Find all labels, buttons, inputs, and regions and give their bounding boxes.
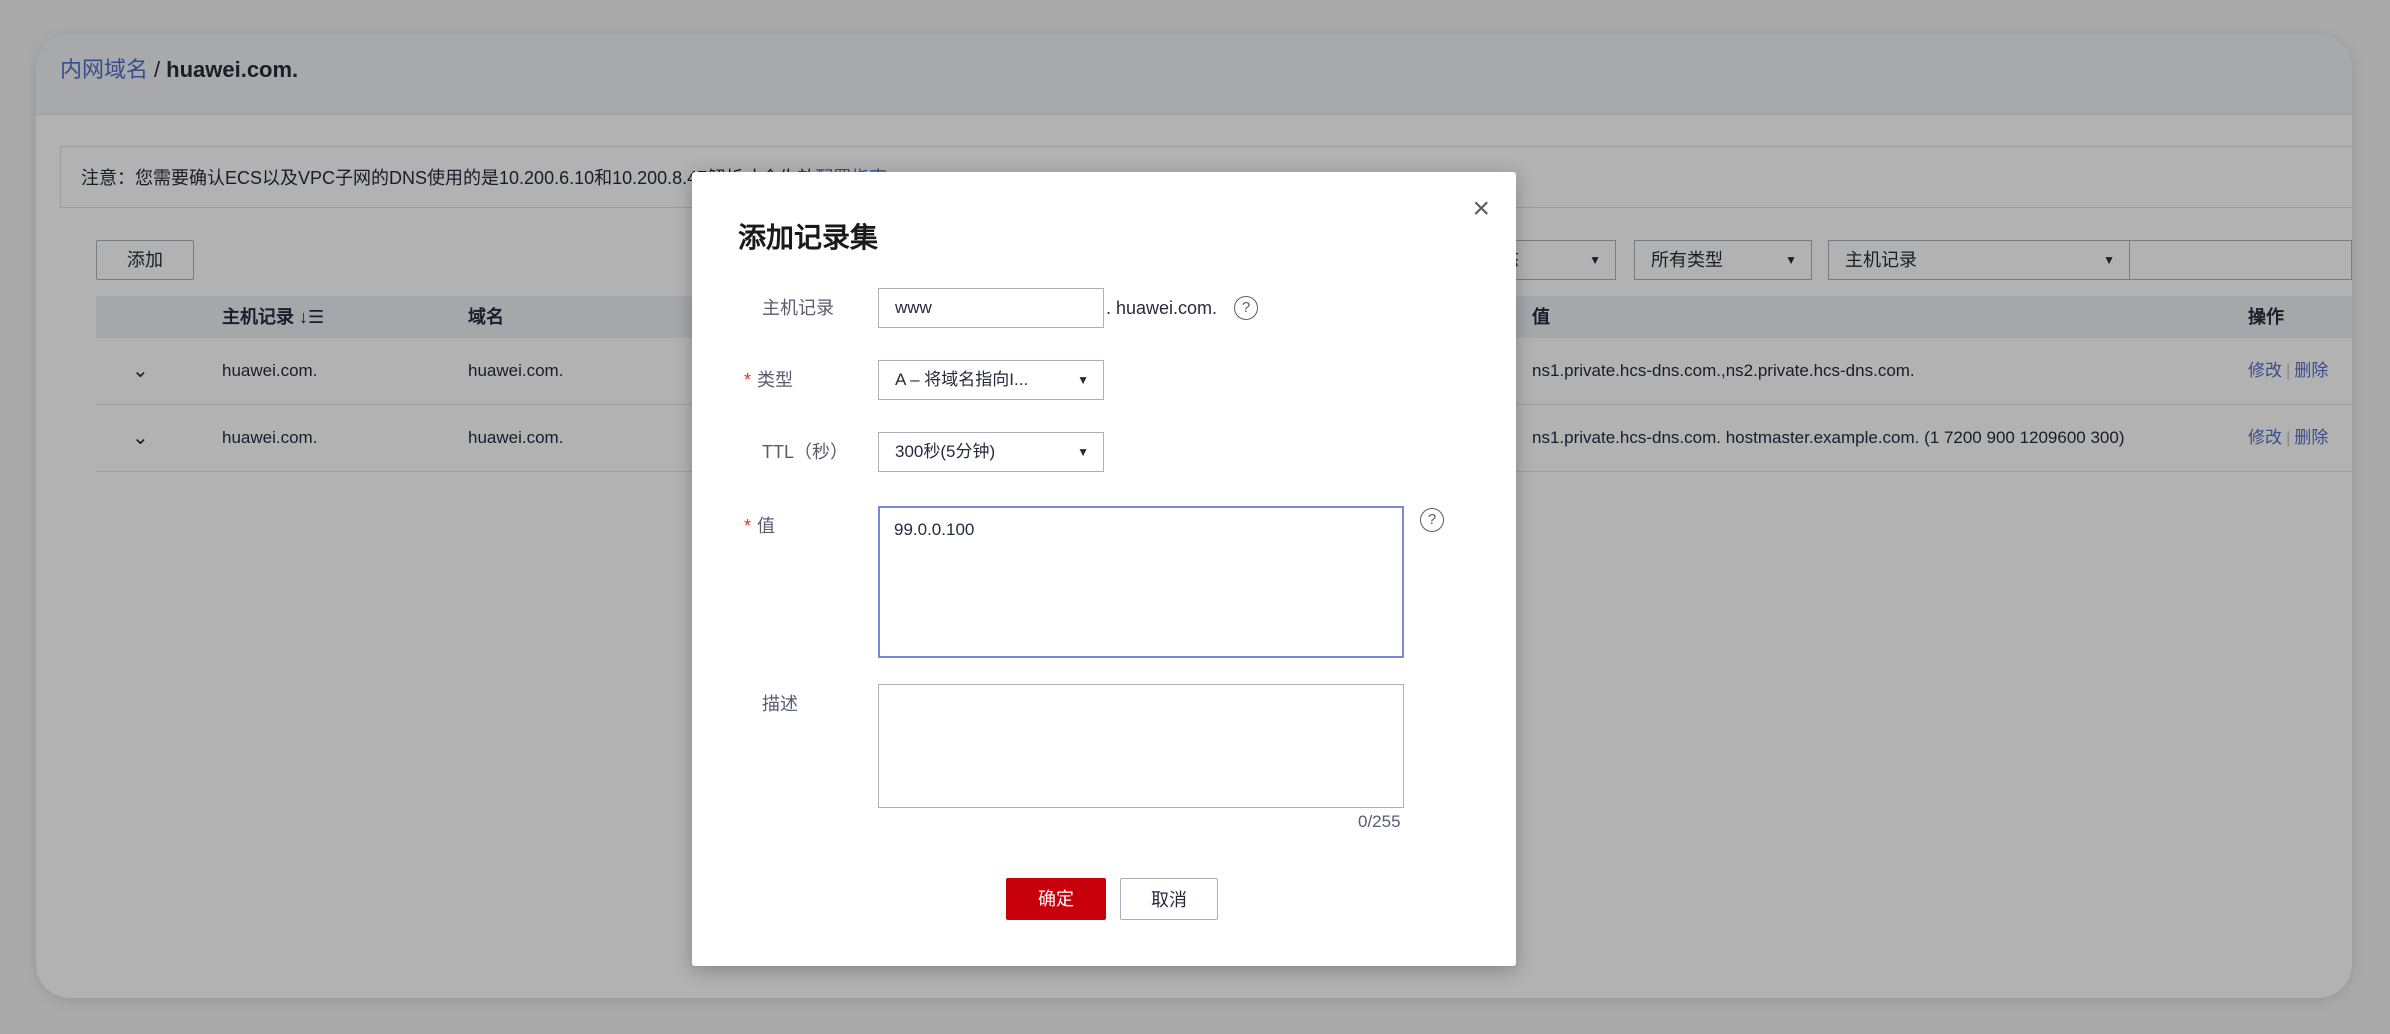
type-label-row: * 类型 [744,360,793,400]
type-select-value: A – 将域名指向I... [895,370,1029,389]
type-label: 类型 [757,370,794,390]
required-asterisk: * [744,370,752,390]
value-label-row: * 值 [744,506,775,546]
chevron-down-icon: ▼ [1077,445,1089,459]
help-icon[interactable]: ? [1420,508,1444,532]
host-suffix: . huawei.com. [1106,298,1218,318]
host-label: 主机记录 [762,298,834,318]
description-char-counter: 0/255 [1358,812,1401,831]
description-textarea[interactable] [878,684,1404,808]
value-textarea[interactable]: 99.0.0.100 [878,506,1404,658]
help-icon[interactable]: ? [1234,296,1258,320]
confirm-button[interactable]: 确定 [1006,878,1106,920]
required-asterisk: * [744,516,752,536]
add-recordset-dialog: 添加记录集 × 主机记录 www . huawei.com. ? * 类型 A –… [692,172,1516,966]
ttl-select-value: 300秒(5分钟) [895,442,996,461]
ttl-select[interactable]: 300秒(5分钟) ▼ [878,432,1104,472]
cancel-button[interactable]: 取消 [1120,878,1218,920]
ttl-label: TTL（秒） [762,442,849,462]
close-icon[interactable]: × [1472,194,1490,224]
dialog-title: 添加记录集 [738,222,879,253]
chevron-down-icon: ▼ [1077,373,1089,387]
description-label: 描述 [762,694,798,714]
type-select[interactable]: A – 将域名指向I... ▼ [878,360,1104,400]
host-input[interactable]: www [878,288,1104,328]
value-label: 值 [757,516,776,536]
